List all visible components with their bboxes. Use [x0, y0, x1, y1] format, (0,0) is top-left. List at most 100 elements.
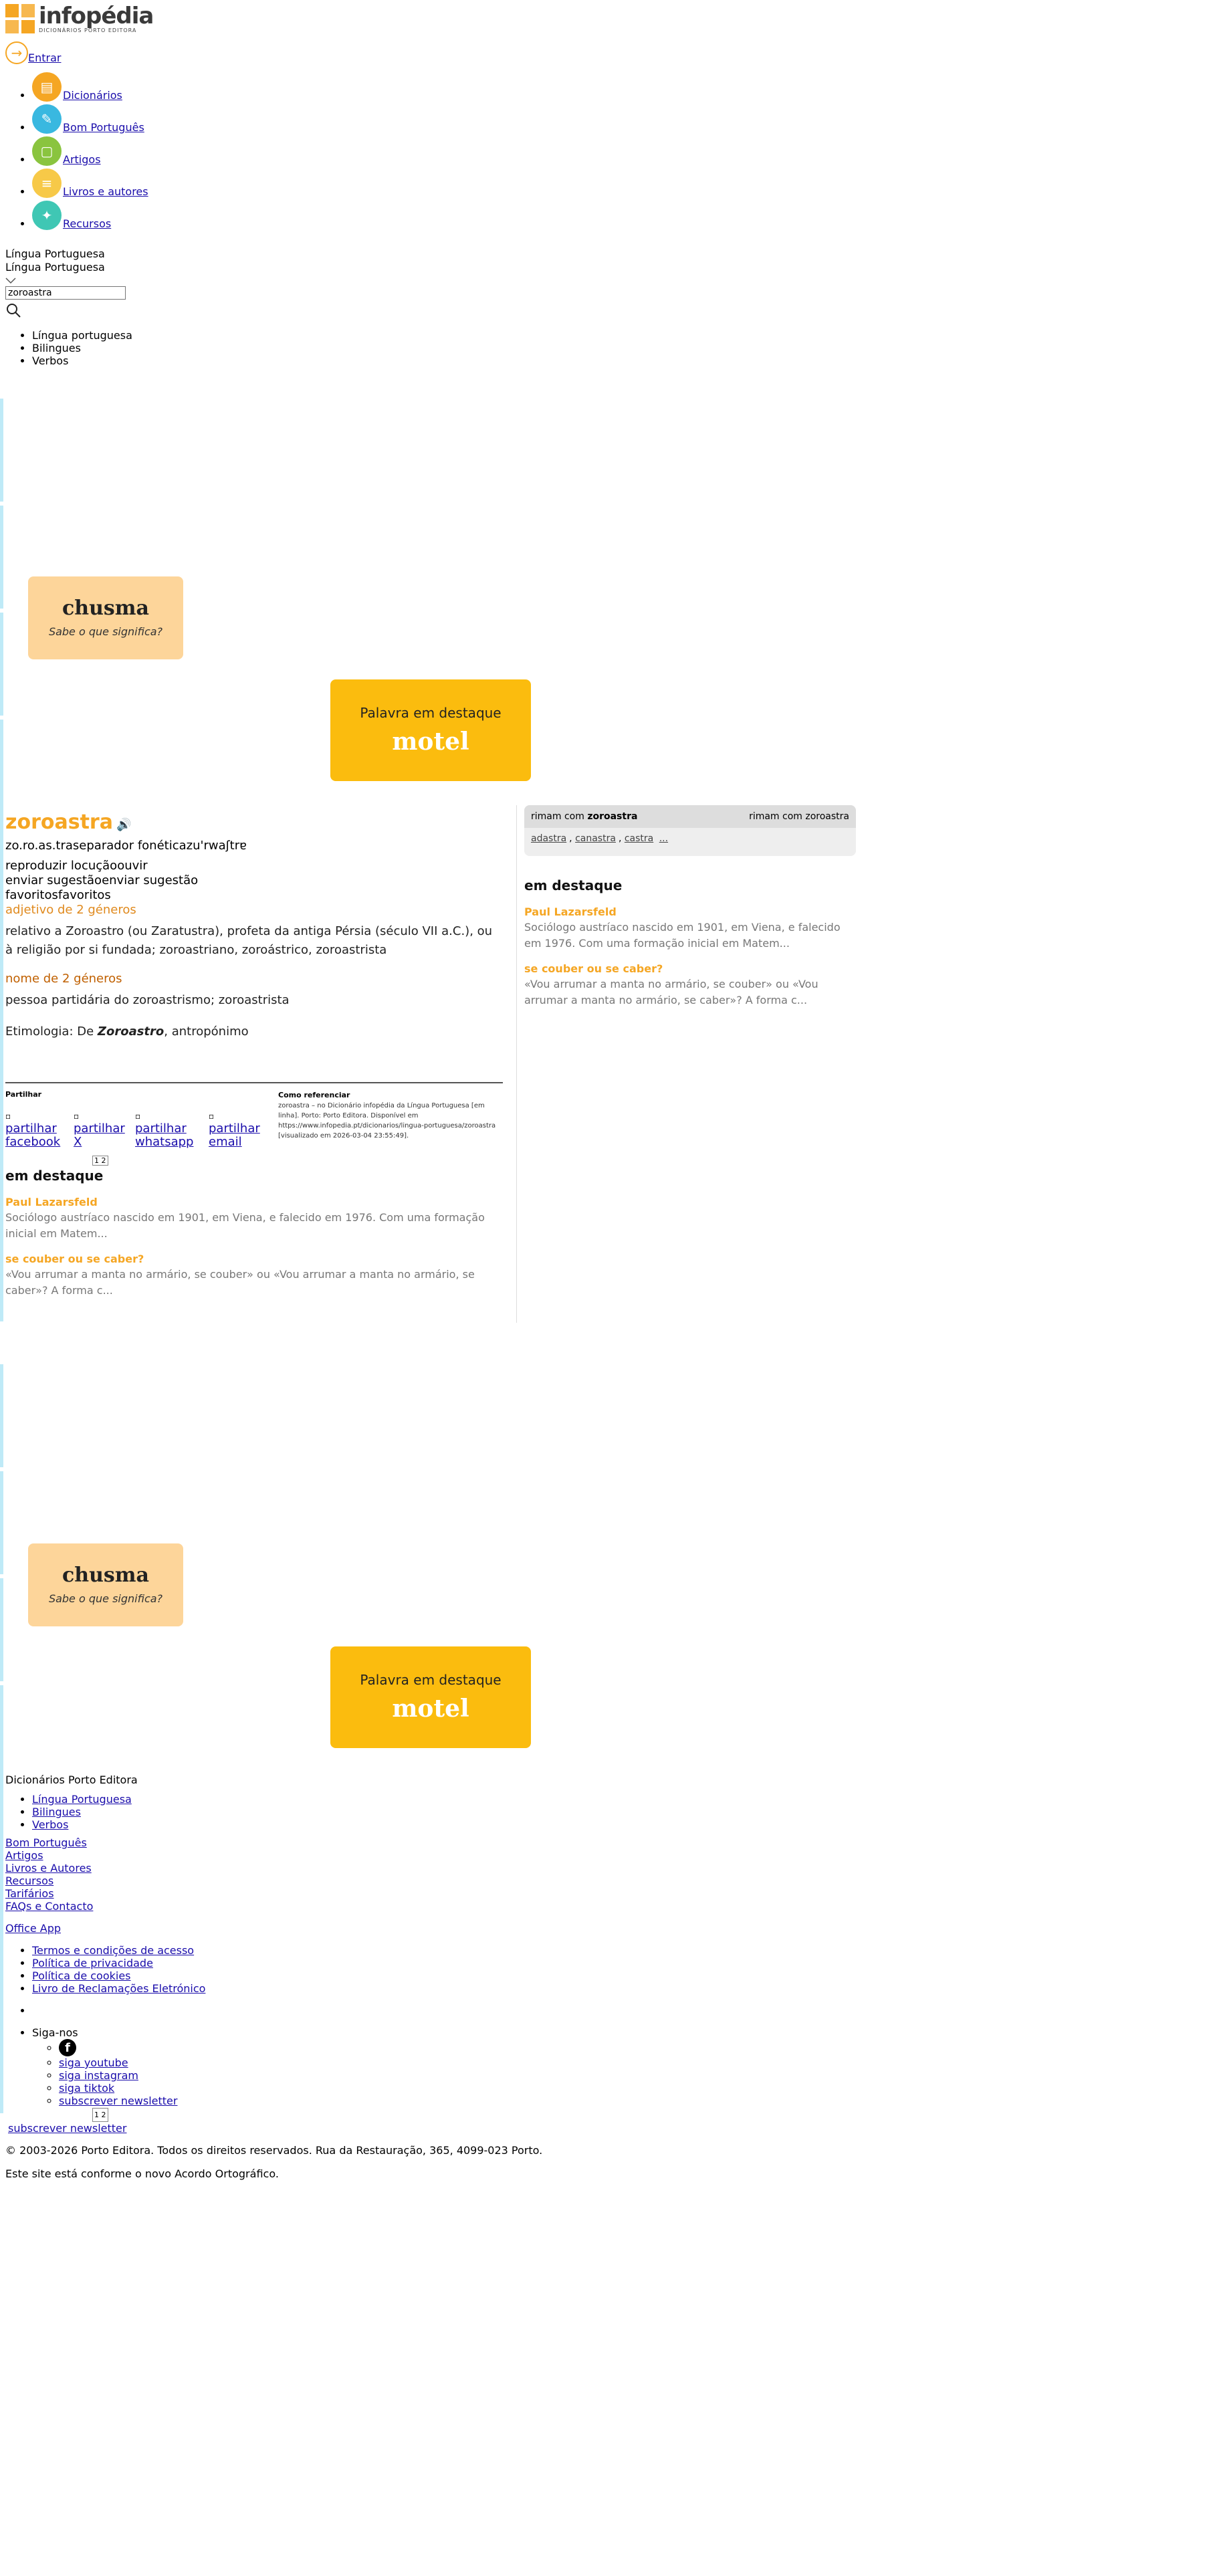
rhyme-link[interactable]: canastra — [575, 833, 616, 844]
etymology-rest: , antropónimo — [164, 1025, 249, 1039]
definition: relativo a Zoroastro (ou Zaratustra), pr… — [5, 924, 493, 957]
rhymes-label: rimam com zoroastra — [531, 811, 637, 822]
destaque-item-title[interactable]: Paul Lazarsfeld — [524, 905, 859, 918]
nav-item-livros[interactable]: ≡Livros e autores — [32, 169, 148, 201]
headword: zoroastra — [5, 811, 113, 834]
destaque-heading: em destaque — [5, 1168, 104, 1184]
promo-chusma-card[interactable]: chusma Sabe o que significa? — [28, 1543, 183, 1626]
legal-link[interactable]: Termos e condições de acesso — [32, 1944, 194, 1957]
copyright: © 2003-2026 Porto Editora. Todos os dire… — [5, 2144, 543, 2157]
promo-subtitle: Sabe o que significa? — [48, 625, 163, 638]
speaker-icon[interactable]: 🔊 — [116, 818, 131, 832]
destaque-item-title[interactable]: se couber ou se caber? — [524, 962, 859, 975]
nav-label[interactable]: Recursos — [63, 217, 111, 230]
instagram-link[interactable]: siga instagram — [59, 2069, 138, 2082]
facebook-icon[interactable]: f — [59, 2039, 76, 2056]
promo-chusma-card[interactable]: chusma Sabe o que significa? — [28, 576, 183, 659]
login-label[interactable]: Entrar — [28, 51, 61, 64]
footer-link[interactable]: Bom Português — [5, 1836, 87, 1849]
share-title: Partilhar — [5, 1090, 42, 1099]
search-input[interactable] — [5, 286, 126, 300]
newsletter-link[interactable]: subscrever newsletter — [8, 2122, 126, 2135]
suggest-button[interactable]: enviar sugestãoenviar sugestão — [5, 873, 500, 888]
footer-brand: Dicionários Porto Editora — [5, 1774, 138, 1786]
nav-item-bom-portugues[interactable]: ✎Bom Português — [32, 104, 148, 136]
rhymes-label-pre: rimam com — [531, 811, 588, 822]
side-strip — [0, 720, 3, 1321]
footer-pager[interactable]: 1 2 — [92, 2108, 108, 2122]
office-app-link[interactable]: Office App — [5, 1922, 61, 1935]
footer-dict-list: Língua Portuguesa Bilingues Verbos — [5, 1793, 542, 1831]
legal-link[interactable]: Livro de Reclamações Eletrónico — [32, 1982, 205, 1995]
action-alt: favoritos — [5, 888, 58, 902]
nav-label[interactable]: Artigos — [63, 153, 101, 166]
listen-button[interactable]: reproduzir locuçãoouvir — [5, 859, 500, 873]
legal-link[interactable]: Política de privacidade — [32, 1957, 153, 1969]
nav-item-dicionarios[interactable]: ▤Dicionários — [32, 72, 148, 104]
share-facebook-link[interactable]: partilhar facebook — [5, 1122, 70, 1149]
tiktok-link[interactable]: siga tiktok — [59, 2082, 114, 2095]
legal-list: Termos e condições de acesso Política de… — [5, 1944, 542, 1995]
rhyme-more-link[interactable]: ... — [659, 833, 668, 844]
scope-option[interactable]: Verbos — [32, 354, 132, 367]
rhyme-link[interactable]: adastra — [531, 833, 566, 844]
language-selected[interactable]: Língua Portuguesa — [5, 261, 105, 274]
search-icon[interactable] — [5, 302, 126, 321]
login-icon: → — [5, 41, 28, 64]
scope-option[interactable]: Língua portuguesa — [32, 329, 132, 342]
side-strip — [0, 1364, 3, 1467]
nav-label[interactable]: Bom Português — [63, 121, 144, 134]
destaque-item-text: «Vou arrumar a manta no armário, se coub… — [524, 978, 818, 1006]
nav-item-artigos[interactable]: ▢Artigos — [32, 136, 148, 169]
promo-motel-card[interactable]: Palavra em destaque motel — [330, 1646, 531, 1748]
share-email-link[interactable]: partilhar email — [209, 1122, 273, 1149]
footer-link[interactable]: Livros e Autores — [5, 1862, 92, 1874]
side-strip — [0, 1578, 3, 1681]
footer-link[interactable]: Recursos — [5, 1874, 53, 1887]
share-whatsapp-link[interactable]: partilhar whatsapp — [135, 1122, 205, 1149]
youtube-link[interactable]: siga youtube — [59, 2056, 128, 2069]
footer-link[interactable]: Bilingues — [32, 1806, 81, 1818]
chevron-down-icon[interactable] — [5, 274, 16, 284]
footer-link[interactable]: Tarifários — [5, 1887, 54, 1900]
legal-link[interactable]: Política de cookies — [32, 1969, 131, 1982]
share-pager[interactable]: 1 2 — [92, 1153, 108, 1166]
promo-subtitle: Palavra em destaque — [360, 1672, 502, 1688]
footer-link[interactable]: Língua Portuguesa — [32, 1793, 132, 1806]
footer-link[interactable]: Artigos — [5, 1849, 43, 1862]
footer-link[interactable]: Verbos — [32, 1818, 68, 1831]
etymology-word: Zoroastro — [97, 1025, 164, 1039]
favorites-button[interactable]: favoritosfavoritos — [5, 888, 500, 903]
nav-item-recursos[interactable]: ✦Recursos — [32, 201, 148, 233]
nav-label[interactable]: Livros e autores — [63, 185, 148, 198]
rhymes-image-alt: rimam com zoroastra — [749, 811, 849, 822]
destaque-item-title[interactable]: Paul Lazarsfeld — [5, 1196, 493, 1208]
login-link[interactable]: → Entrar — [5, 41, 61, 64]
newsletter-link[interactable]: subscrever newsletter — [59, 2095, 177, 2107]
rhyme-link[interactable]: castra — [625, 833, 653, 844]
site-footer: Dicionários Porto Editora Língua Portugu… — [5, 1774, 542, 2180]
footer-link[interactable]: FAQs e Contacto — [5, 1900, 93, 1913]
reference-box: Como referenciar zoroastra – no Dicionár… — [278, 1090, 499, 1141]
site-logo[interactable]: infopédia DICIONÁRIOS PORTO EDITORA — [5, 4, 154, 33]
book-icon: ▤ — [32, 72, 62, 102]
nav-label[interactable]: Dicionários — [63, 89, 122, 102]
action-label: enviar sugestão — [102, 873, 199, 887]
destaque-item-title[interactable]: se couber ou se caber? — [5, 1253, 493, 1265]
logo-subtitle: DICIONÁRIOS PORTO EDITORA — [39, 27, 137, 33]
promo-motel-card[interactable]: Palavra em destaque motel — [330, 679, 531, 781]
syllables: zo.ro.as.tra — [5, 839, 73, 853]
scope-option[interactable]: Bilingues — [32, 342, 132, 354]
pager-buttons[interactable]: 1 2 — [92, 1156, 108, 1166]
footer-links: Bom Português Artigos Livros e Autores R… — [5, 1836, 542, 1913]
side-strip — [0, 613, 3, 716]
pencil-icon: ✎ — [32, 104, 62, 134]
search-form — [5, 286, 126, 321]
rhymes-header: rimam com zoroastra rimam com zoroastra — [524, 805, 856, 828]
reference-title: Como referenciar — [278, 1091, 350, 1099]
document-icon: ▢ — [32, 136, 62, 166]
share-x-link[interactable]: partilhar X — [74, 1122, 131, 1149]
side-strip — [0, 399, 3, 502]
promo-word: chusma — [62, 597, 149, 620]
language-selector[interactable]: Língua Portuguesa Língua Portuguesa — [5, 247, 105, 284]
